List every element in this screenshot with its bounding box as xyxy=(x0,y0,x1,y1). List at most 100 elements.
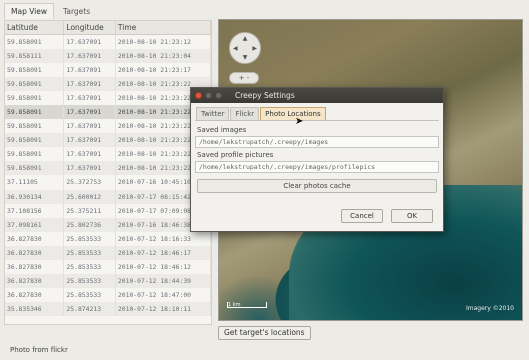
time-cell: 2010-07-12 18:47:00 xyxy=(115,288,211,303)
close-icon[interactable] xyxy=(195,92,202,99)
map-pan-control[interactable]: ▲ ▼ ◀ ▶ xyxy=(229,32,261,64)
clear-photos-cache-button[interactable]: Clear photos cache xyxy=(197,179,437,193)
table-row[interactable]: 36.827830 25.853533 2010-07-12 18:47:00 xyxy=(5,288,211,303)
table-row[interactable]: 37.098161 25.802736 2010-07-16 18:46:38 xyxy=(5,217,211,232)
latitude-cell: 59.858091 xyxy=(5,104,65,120)
longitude-cell: 25.853533 xyxy=(63,274,116,289)
table-row[interactable]: 59.858091 17.637091 2010-08-10 21:23:22 xyxy=(5,90,211,105)
latitude-cell: 59.858091 xyxy=(5,161,65,176)
get-target-locations-button[interactable]: Get target's locations xyxy=(218,326,311,340)
table-row[interactable]: 59.858091 17.637091 2010-08-10 21:23:22 xyxy=(5,161,211,176)
tab-photo-locations[interactable]: Photo Locations xyxy=(260,107,326,120)
latitude-cell: 36.827830 xyxy=(5,231,65,246)
table-row[interactable]: 36.827830 25.853533 2010-07-12 18:46:12 xyxy=(5,260,211,275)
tab-targets[interactable]: Targets xyxy=(56,3,97,19)
pan-right-icon[interactable]: ▶ xyxy=(252,45,257,52)
tab-flickr[interactable]: Flickr xyxy=(230,107,260,120)
latitude-cell: 36.930134 xyxy=(5,189,65,204)
longitude-cell: 25.853533 xyxy=(63,231,116,246)
table-row[interactable]: 37.108156 25.375211 2010-07-17 07:09:08 xyxy=(5,203,211,218)
cancel-button[interactable]: Cancel xyxy=(341,209,383,223)
longitude-cell: 25.853533 xyxy=(63,260,116,275)
locations-table[interactable]: Latitude Longitude Time 59.858091 17.6370… xyxy=(4,20,212,325)
latitude-cell: 59.858091 xyxy=(5,119,65,134)
latitude-cell: 59.858111 xyxy=(5,48,65,63)
pan-up-icon[interactable]: ▲ xyxy=(243,35,248,42)
longitude-cell: 25.802736 xyxy=(63,217,116,232)
time-cell: 2010-08-10 21:23:04 xyxy=(115,48,211,63)
table-row[interactable]: 59.858091 17.637091 2010-08-10 21:23:22 xyxy=(5,133,211,148)
dialog-tabs: Twitter Flickr Photo Locations xyxy=(196,107,443,120)
table-row[interactable]: 37.11105 25.372753 2010-07-16 10:45:10 xyxy=(5,175,211,190)
table-row[interactable]: 59.858091 17.637091 2010-08-10 21:23:22 xyxy=(5,119,211,134)
dialog-body: Saved images /home/lekstrupatch/.creepy/… xyxy=(195,120,439,193)
photo-source-label: Photo from flickr xyxy=(10,346,68,354)
map-zoom-control[interactable]: + - xyxy=(229,72,259,84)
table-header-row: Latitude Longitude Time xyxy=(5,21,211,35)
time-cell: 2010-07-12 18:10:11 xyxy=(115,302,211,317)
tab-twitter[interactable]: Twitter xyxy=(196,107,230,120)
table-row[interactable]: 59.858091 17.637091 2010-08-10 21:23:22 xyxy=(5,104,211,120)
longitude-cell: 17.637091 xyxy=(63,147,116,162)
view-tabs: Map View Targets xyxy=(4,3,97,19)
latitude-cell: 37.098161 xyxy=(5,217,65,232)
latitude-cell: 37.108156 xyxy=(5,203,65,218)
longitude-cell: 17.637091 xyxy=(63,133,116,148)
pan-down-icon[interactable]: ▼ xyxy=(243,54,248,61)
table-row[interactable]: 59.858091 17.637091 2010-08-10 21:23:22 xyxy=(5,76,211,91)
saved-images-path-field[interactable]: /home/lekstrupatch/.creepy/images xyxy=(195,136,439,148)
saved-images-label: Saved images xyxy=(197,126,247,134)
longitude-cell: 17.637091 xyxy=(63,104,116,120)
latitude-cell: 36.827830 xyxy=(5,274,65,289)
longitude-cell: 17.637091 xyxy=(63,34,116,49)
table-row[interactable]: 36.827830 25.853533 2010-07-12 18:16:33 xyxy=(5,231,211,246)
column-header-time[interactable]: Time xyxy=(115,21,211,35)
table-row[interactable]: 35.835346 25.874213 2010-07-12 18:10:11 xyxy=(5,302,211,317)
latitude-cell: 59.858091 xyxy=(5,90,65,105)
time-cell: 2010-07-12 18:16:33 xyxy=(115,231,211,246)
longitude-cell: 25.853533 xyxy=(63,288,116,303)
time-cell: 2010-07-12 18:46:12 xyxy=(115,260,211,275)
latitude-cell: 59.858091 xyxy=(5,133,65,148)
table-row[interactable]: 59.858091 17.637091 2010-08-10 21:23:22 xyxy=(5,147,211,162)
settings-dialog: Creepy Settings Twitter Flickr Photo Loc… xyxy=(190,87,444,232)
map-attribution: Imagery ©2010 xyxy=(466,305,514,312)
mouse-cursor-icon: ➤ xyxy=(295,116,304,127)
pan-left-icon[interactable]: ◀ xyxy=(233,45,238,52)
latitude-cell: 36.827830 xyxy=(5,245,65,260)
longitude-cell: 25.874213 xyxy=(63,302,116,317)
minimize-icon[interactable] xyxy=(205,92,212,99)
time-cell: 2010-08-10 21:23:17 xyxy=(115,62,211,77)
table-row[interactable]: 36.827830 25.853533 2010-07-12 18:46:17 xyxy=(5,245,211,260)
latitude-cell: 59.858091 xyxy=(5,76,65,91)
tab-map-view[interactable]: Map View xyxy=(4,3,55,19)
table-row[interactable]: 59.858091 17.637091 2010-08-10 21:23:17 xyxy=(5,62,211,77)
column-header-latitude[interactable]: Latitude xyxy=(5,21,65,35)
column-header-longitude[interactable]: Longitude xyxy=(63,21,116,35)
latitude-cell: 37.11105 xyxy=(5,175,65,190)
ok-button[interactable]: OK xyxy=(391,209,433,223)
dialog-titlebar[interactable]: Creepy Settings xyxy=(191,88,443,103)
time-cell: 2010-07-12 18:44:39 xyxy=(115,274,211,289)
longitude-cell: 17.637091 xyxy=(63,62,116,77)
longitude-cell: 17.637091 xyxy=(63,48,116,63)
latitude-cell: 59.858091 xyxy=(5,62,65,77)
longitude-cell: 17.637091 xyxy=(63,90,116,105)
dialog-title: Creepy Settings xyxy=(235,91,295,100)
map-scale-bar: 1 km xyxy=(227,302,267,308)
table-row[interactable]: 59.858111 17.637091 2010-08-10 21:23:04 xyxy=(5,48,211,63)
latitude-cell: 36.827830 xyxy=(5,288,65,303)
table-row[interactable]: 36.930134 25.600012 2010-07-17 08:15:42 xyxy=(5,189,211,204)
latitude-cell: 59.858091 xyxy=(5,34,65,49)
latitude-cell: 36.827830 xyxy=(5,260,65,275)
longitude-cell: 25.853533 xyxy=(63,245,116,260)
latitude-cell: 35.835346 xyxy=(5,302,65,317)
maximize-icon[interactable] xyxy=(215,92,222,99)
latitude-cell: 59.858091 xyxy=(5,147,65,162)
longitude-cell: 25.375211 xyxy=(63,203,116,218)
table-row[interactable]: 59.858091 17.637091 2010-08-10 21:23:12 xyxy=(5,34,211,49)
time-cell: 2010-08-10 21:23:12 xyxy=(115,34,211,49)
table-row[interactable]: 36.827830 25.853533 2010-07-12 18:44:39 xyxy=(5,274,211,289)
time-cell: 2010-07-12 18:46:17 xyxy=(115,245,211,260)
saved-profile-pictures-path-field[interactable]: /home/lekstrupatch/.creepy/images/profil… xyxy=(195,161,439,173)
